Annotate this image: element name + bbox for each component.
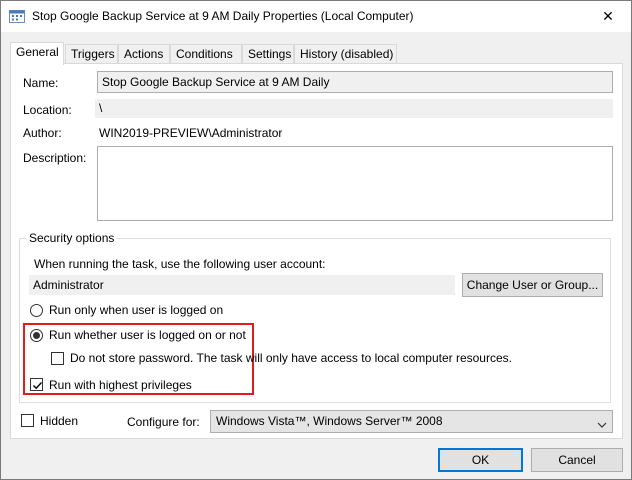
- account-prompt: When running the task, use the following…: [34, 257, 326, 271]
- tab-general[interactable]: General: [10, 42, 64, 65]
- radio-run-whether-logged-on[interactable]: [30, 329, 43, 342]
- location-label: Location:: [23, 103, 72, 117]
- radio-run-whether-logged-on-label[interactable]: Run whether user is logged on or not: [49, 328, 246, 342]
- radio-selected-dot: [33, 332, 40, 339]
- name-field[interactable]: Stop Google Backup Service at 9 AM Daily: [97, 71, 613, 93]
- tab-conditions-label: Conditions: [176, 47, 233, 61]
- location-value: \: [99, 101, 103, 115]
- name-label-text: Name:: [23, 76, 59, 90]
- tab-actions[interactable]: Actions: [118, 44, 170, 64]
- description-field[interactable]: [97, 146, 613, 221]
- description-label: Description:: [23, 151, 87, 165]
- tab-settings-label: Settings: [248, 47, 292, 61]
- checkbox-do-not-store-password-label[interactable]: Do not store password. The task will onl…: [70, 351, 512, 365]
- configure-for-value: Windows Vista™, Windows Server™ 2008: [216, 414, 443, 428]
- close-button[interactable]: ✕: [585, 1, 631, 32]
- author-label: Author:: [23, 126, 62, 140]
- ok-button[interactable]: OK: [438, 448, 523, 472]
- cancel-button-label: Cancel: [558, 453, 596, 467]
- author-value: WIN2019-PREVIEW\Administrator: [99, 126, 283, 140]
- title-bar: Stop Google Backup Service at 9 AM Daily…: [1, 1, 631, 32]
- tab-triggers-label: Triggers: [71, 47, 115, 61]
- tab-actions-label: Actions: [124, 47, 164, 61]
- checkbox-do-not-store-password[interactable]: [51, 352, 64, 365]
- checkbox-highest-privileges[interactable]: [30, 378, 43, 391]
- ok-button-label: OK: [471, 453, 490, 467]
- radio-run-only-logged-on-label[interactable]: Run only when user is logged on: [49, 303, 223, 317]
- user-account-value: Administrator: [33, 278, 104, 292]
- checkbox-highest-privileges-label[interactable]: Run with highest privileges: [49, 378, 192, 392]
- name-field-value: Stop Google Backup Service at 9 AM Daily: [102, 75, 330, 89]
- tab-conditions[interactable]: Conditions: [170, 44, 242, 64]
- tab-triggers[interactable]: Triggers: [65, 44, 118, 64]
- user-account-field[interactable]: Administrator: [29, 275, 455, 295]
- location-field[interactable]: \: [95, 99, 613, 118]
- change-user-button-label: Change User or Group...: [466, 278, 599, 292]
- tab-general-label: General: [16, 45, 59, 59]
- chevron-down-icon: [597, 418, 607, 428]
- tab-settings[interactable]: Settings: [242, 44, 294, 64]
- cancel-button[interactable]: Cancel: [531, 448, 623, 472]
- security-options-title: Security options: [26, 231, 118, 245]
- radio-run-only-logged-on[interactable]: [30, 304, 43, 317]
- configure-for-dropdown[interactable]: Windows Vista™, Windows Server™ 2008: [210, 410, 613, 433]
- close-icon: ✕: [602, 8, 614, 24]
- configure-for-label: Configure for:: [127, 415, 200, 429]
- change-user-button[interactable]: Change User or Group...: [462, 273, 603, 297]
- checkmark-icon: [33, 382, 43, 390]
- checkbox-hidden-label[interactable]: Hidden: [40, 414, 78, 428]
- task-scheduler-icon: [9, 9, 25, 23]
- tab-history-label: History (disabled): [300, 47, 394, 61]
- tab-history[interactable]: History (disabled): [294, 44, 397, 64]
- checkbox-hidden[interactable]: [21, 414, 34, 427]
- name-label: Name:: [23, 76, 58, 90]
- properties-dialog: Stop Google Backup Service at 9 AM Daily…: [0, 0, 632, 480]
- window-title: Stop Google Backup Service at 9 AM Daily…: [32, 9, 414, 23]
